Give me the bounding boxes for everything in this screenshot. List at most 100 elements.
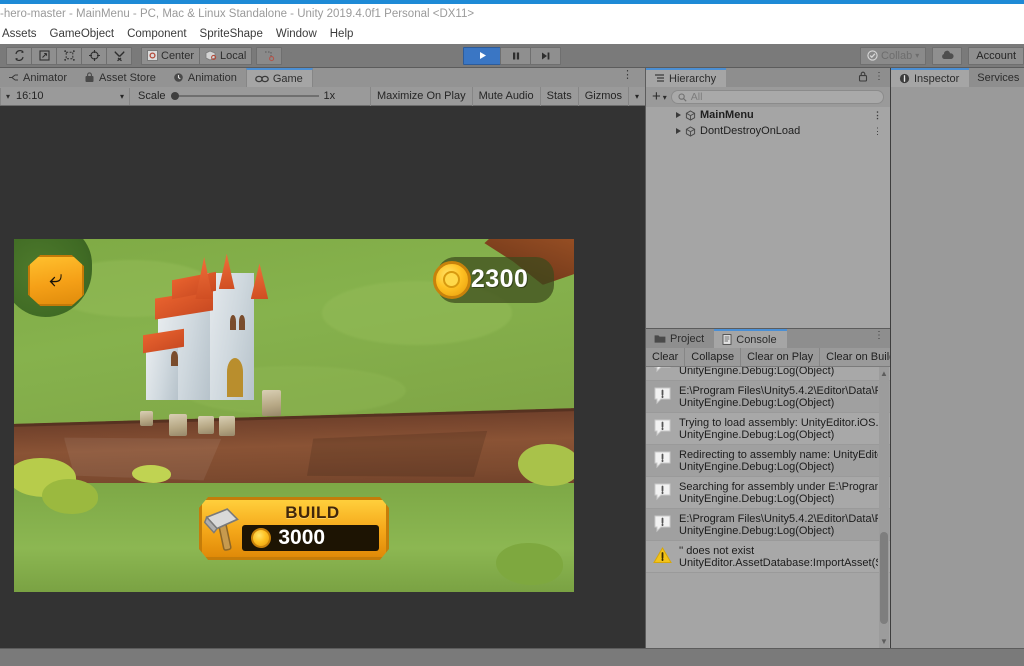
game-tab-strip: Animator Asset Store Animation Game ⋮: [0, 68, 645, 87]
gameobject-icon: [685, 109, 696, 121]
coin-icon: [251, 528, 272, 549]
inspector-panel: Inspector Services: [890, 68, 1024, 648]
back-button[interactable]: ⤶: [28, 254, 84, 307]
status-bar: [0, 648, 1024, 666]
console-scrollbar[interactable]: ▲ ▼: [879, 367, 889, 648]
play-button[interactable]: [463, 46, 501, 65]
build-label: BUILD: [285, 503, 340, 523]
rotate-tool-button[interactable]: [6, 46, 32, 65]
hierarchy-empty-space[interactable]: [646, 139, 890, 344]
console-log-row[interactable]: '' does not exist UnityEditor.AssetDatab…: [646, 541, 890, 573]
console-log-row[interactable]: E:\Program Files\Unity5.4.2\Editor\Data\…: [646, 381, 890, 413]
pause-button[interactable]: [500, 46, 531, 65]
playback-controls: [463, 46, 561, 65]
stats-button[interactable]: Stats: [539, 86, 578, 106]
tab-asset-store[interactable]: Asset Store: [76, 68, 165, 87]
menu-item-help[interactable]: Help: [324, 26, 361, 42]
castle-building[interactable]: [137, 253, 283, 436]
console-log-row[interactable]: Trying to load assembly: UnityEditor.iOS…: [646, 413, 890, 445]
shrub: [131, 464, 171, 483]
mute-audio-button[interactable]: Mute Audio: [471, 86, 540, 106]
shrub: [495, 542, 563, 585]
rect-tool-button[interactable]: [56, 46, 82, 65]
console-collapse-button[interactable]: Collapse: [685, 348, 742, 366]
console-log-list[interactable]: Searching for assembly under E:\Program …: [646, 367, 890, 648]
maximize-on-play-button[interactable]: Maximize On Play: [369, 86, 472, 106]
console-log-row[interactable]: Redirecting to assembly name: UnityEdito…: [646, 445, 890, 477]
gizmos-dropdown[interactable]: ▾: [627, 86, 645, 106]
create-gameobject-button[interactable]: + ▾: [652, 89, 667, 104]
tab-animation-label: Animation: [187, 71, 237, 84]
info-icon: [653, 418, 672, 437]
cloud-button[interactable]: [932, 46, 963, 65]
foundation-rock: [262, 390, 282, 417]
pivot-mode-button[interactable]: Center: [141, 46, 201, 65]
console-log-row[interactable]: Searching for assembly under E:\Program …: [646, 367, 890, 381]
pivot-rotation-button[interactable]: Local: [199, 46, 253, 65]
inspector-tab-strip: Inspector Services: [891, 68, 1024, 87]
menu-item-spriteshape[interactable]: SpriteShape: [194, 26, 270, 42]
console-log-message: Searching for assembly under E:\Program …: [679, 481, 878, 493]
tab-console[interactable]: Console: [714, 329, 787, 348]
row-kebab-icon[interactable]: ⋮: [873, 110, 882, 121]
scale-slider[interactable]: [170, 92, 319, 100]
console-log-row[interactable]: E:\Program Files\Unity5.4.2\Editor\Data\…: [646, 509, 890, 541]
scroll-down-icon[interactable]: ▼: [880, 637, 888, 646]
gameobject-icon: [685, 125, 696, 137]
game-panel-kebab-icon[interactable]: ⋮: [622, 70, 633, 81]
hierarchy-item-dontdestroyonload[interactable]: DontDestroyOnLoad ⋮: [646, 123, 890, 139]
aspect-ratio-dropdown[interactable]: ▾ 16:10 ▾: [0, 87, 130, 105]
custom-tool-button[interactable]: [106, 46, 132, 65]
hierarchy-panel-tools: ⋮: [858, 71, 884, 82]
scale-slider-knob[interactable]: [170, 92, 179, 100]
hierarchy-kebab-icon[interactable]: ⋮: [874, 71, 884, 81]
console-log-row[interactable]: Searching for assembly under E:\Program …: [646, 477, 890, 509]
grid-snap-button[interactable]: [256, 46, 283, 65]
console-clear-on-build-button[interactable]: Clear on Build: [820, 348, 890, 366]
hierarchy-item-mainmenu[interactable]: MainMenu ⋮: [646, 107, 890, 123]
transform-tool-button[interactable]: [81, 46, 107, 65]
scale-tool-button[interactable]: [31, 46, 57, 65]
folder-icon: [654, 334, 666, 343]
tab-animator[interactable]: Animator: [0, 68, 77, 87]
foundation-rock: [198, 416, 215, 434]
menu-item-assets[interactable]: Assets: [0, 26, 44, 42]
menu-item-gameobject[interactable]: GameObject: [44, 26, 122, 42]
console-kebab-icon[interactable]: ⋮: [874, 331, 884, 341]
tab-inspector[interactable]: Inspector: [891, 68, 970, 87]
game-viewport[interactable]: ⤶ 2300 BUILD 3000: [0, 106, 645, 648]
tab-animation[interactable]: Animation: [164, 68, 246, 87]
lock-icon[interactable]: [858, 71, 868, 82]
tab-game[interactable]: Game: [245, 68, 313, 87]
menu-item-window[interactable]: Window: [270, 26, 324, 42]
expand-triangle-icon[interactable]: [676, 128, 681, 134]
console-clear-on-play-button[interactable]: Clear on Play: [741, 348, 821, 366]
collab-button[interactable]: Collab ▾: [860, 46, 927, 65]
game-render-area[interactable]: ⤶ 2300 BUILD 3000: [14, 239, 574, 592]
row-kebab-icon[interactable]: ⋮: [873, 126, 882, 137]
scroll-up-icon[interactable]: ▲: [880, 369, 888, 378]
menu-item-component[interactable]: Component: [121, 26, 193, 42]
console-clear-button[interactable]: Clear: [646, 348, 686, 366]
expand-triangle-icon[interactable]: [676, 112, 681, 118]
account-button[interactable]: Account: [968, 46, 1024, 65]
build-button[interactable]: BUILD 3000: [198, 496, 390, 561]
tab-services[interactable]: Services: [969, 68, 1024, 87]
gizmos-button[interactable]: Gizmos: [577, 86, 628, 106]
tab-hierarchy[interactable]: Hierarchy: [646, 68, 727, 87]
console-log-text: E:\Program Files\Unity5.4.2\Editor\Data\…: [679, 385, 878, 409]
hierarchy-search-input[interactable]: All: [670, 90, 884, 104]
step-button[interactable]: [530, 46, 561, 65]
menu-bar: Assets GameObject Component SpriteShape …: [0, 24, 1024, 44]
unity-editor-window: -hero-master - MainMenu - PC, Mac & Linu…: [0, 0, 1024, 666]
transform-tools-group: [0, 46, 132, 65]
chevron-left-icon: ▾: [6, 91, 11, 101]
info-icon: [653, 514, 672, 533]
console-log-stack: UnityEngine.Debug:Log(Object): [679, 461, 835, 473]
console-log-message: E:\Program Files\Unity5.4.2\Editor\Data\…: [679, 385, 878, 397]
tab-hierarchy-label: Hierarchy: [669, 72, 717, 85]
console-scroll-thumb[interactable]: [880, 532, 888, 624]
console-panel: Project Console ⋮ Clear Collapse Clear o…: [645, 328, 890, 648]
tab-asset-store-label: Asset Store: [99, 71, 156, 84]
tab-project[interactable]: Project: [646, 329, 714, 348]
